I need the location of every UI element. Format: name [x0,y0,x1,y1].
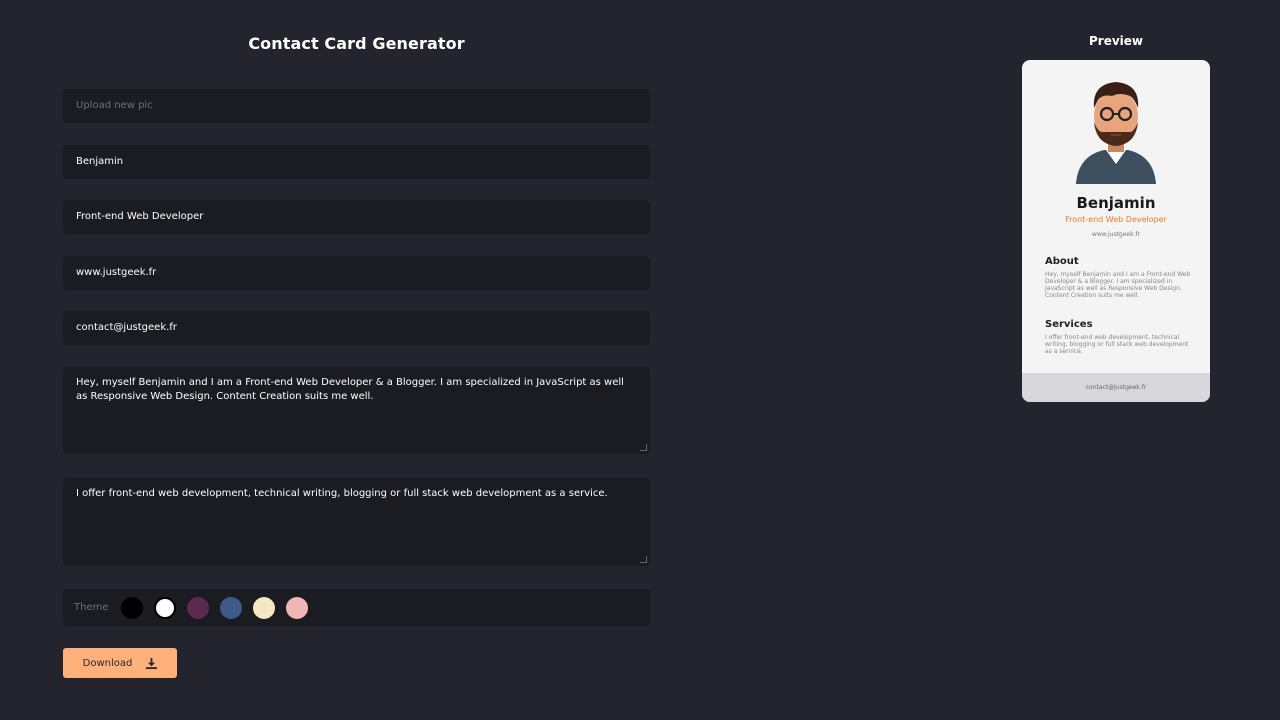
card-job-title: Front-end Web Developer [1065,215,1167,224]
theme-swatch-blue[interactable] [219,596,242,619]
about-heading: About [1045,256,1079,267]
theme-swatch-cream[interactable] [252,596,275,619]
services-heading: Services [1045,319,1093,330]
resize-handle[interactable] [640,556,647,563]
resize-handle[interactable] [640,444,647,451]
download-icon [146,657,158,669]
website-field[interactable]: www.justgeek.fr [63,256,650,290]
theme-label: Theme [74,602,109,613]
theme-swatch-purple[interactable] [186,596,209,619]
services-textarea[interactable]: I offer front-end web development, techn… [63,478,650,566]
services-textarea-text: I offer front-end web development, techn… [76,488,608,499]
about-text: Hey, myself Benjamin and I am a Front-en… [1045,271,1191,299]
preview-title: Preview [1088,34,1143,48]
theme-picker: Theme [63,589,650,626]
job-field[interactable]: Front-end Web Developer [63,200,650,234]
avatar [1076,82,1156,184]
theme-swatch-black[interactable] [120,596,143,619]
card-name: Benjamin [1076,194,1156,212]
email-field[interactable]: contact@justgeek.fr [63,311,650,345]
download-button[interactable]: Download [63,648,177,678]
about-textarea-text: Hey, myself Benjamin and I am a Front-en… [76,377,624,402]
card-website: www.justgeek.fr [1091,231,1141,238]
about-textarea[interactable]: Hey, myself Benjamin and I am a Front-en… [63,367,650,454]
name-field[interactable]: Benjamin [63,145,650,179]
contact-card-preview: Benjamin Front-end Web Developer www.jus… [1022,60,1210,402]
theme-swatch-white[interactable] [153,596,176,619]
theme-swatch-pink[interactable] [285,596,308,619]
card-footer-email: contact@justgeek.fr [1022,373,1210,402]
download-button-label: Download [82,657,133,669]
page-title: Contact Card Generator [248,34,465,53]
services-text: I offer front-end web development, techn… [1045,334,1189,355]
upload-pic-input[interactable]: Upload new pic [63,89,650,123]
